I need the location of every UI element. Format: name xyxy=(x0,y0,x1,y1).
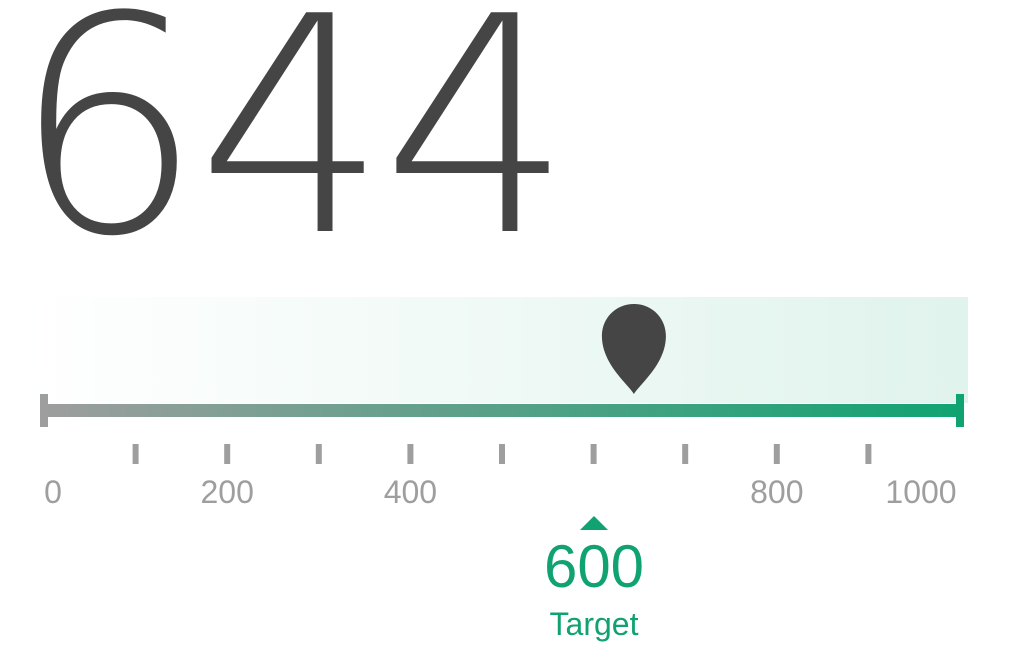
scale-tick xyxy=(865,444,872,464)
tick-label: 400 xyxy=(383,474,438,510)
map-pin-icon xyxy=(601,304,666,394)
scale-tick xyxy=(773,444,780,464)
tick-label: 1000 xyxy=(885,474,957,510)
target-label: Target xyxy=(549,606,639,642)
scale-tick xyxy=(682,444,689,464)
scale-tick xyxy=(407,444,414,464)
scale-tick xyxy=(590,444,597,464)
scale-tick xyxy=(224,444,231,464)
scale-ticks xyxy=(132,444,872,464)
scale-end-cap xyxy=(956,394,964,427)
scale-tick xyxy=(132,444,139,464)
scale-line xyxy=(40,404,964,417)
tick-label: 0 xyxy=(44,474,62,510)
target-value: 600 xyxy=(543,533,645,600)
scale-tick xyxy=(499,444,505,464)
scale-tick xyxy=(315,444,322,464)
tick-label: 200 xyxy=(200,474,254,510)
gauge-scale xyxy=(40,304,964,530)
triangle-up-icon xyxy=(580,516,608,530)
scale-start-cap xyxy=(40,394,48,427)
tick-label: 800 xyxy=(750,474,804,510)
